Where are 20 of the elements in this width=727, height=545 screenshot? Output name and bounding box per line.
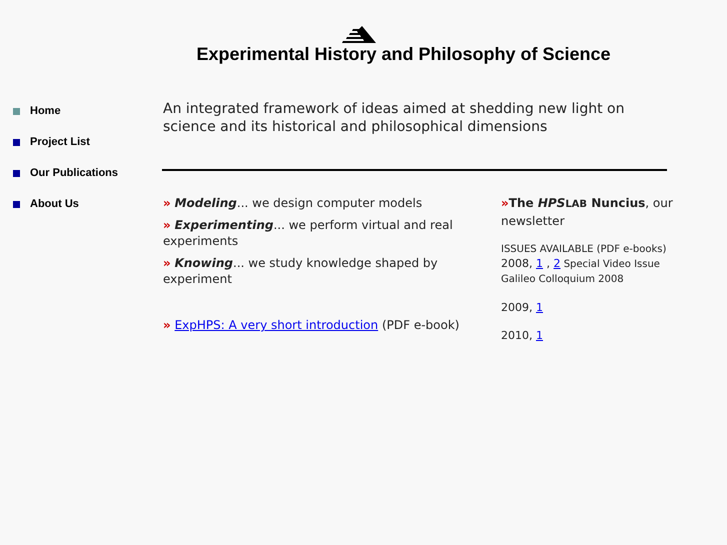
issue-link[interactable]: 1 (536, 301, 543, 314)
activity-text: » Modeling... we design computer models (163, 195, 424, 211)
issue-link[interactable]: 1 (536, 257, 543, 270)
ebook-text: » ExpHPS: A very short introduction (PDF e-book) (163, 317, 460, 333)
nav-link[interactable]: Our Publications (13, 164, 163, 182)
site-title: Experimental History and Philosophy of Science (196, 44, 611, 64)
nav-link[interactable]: Home (13, 102, 163, 120)
nav-link[interactable]: About Us (13, 195, 163, 213)
activity-text: » Experimenting... we perform virtual and real experiments (163, 217, 454, 249)
activity-text: » Knowing... we study knowledge shaped by experiment (163, 255, 439, 287)
issue-link[interactable]: 1 (536, 329, 543, 342)
nav-link[interactable]: Project List (13, 133, 163, 151)
issue-row-text: 2009, 1 (501, 301, 544, 315)
newsletter-text: »The HPSLAB Nuncius, our newsletter (501, 195, 674, 229)
issues-heading: ISSUES AVAILABLE (PDF e-books) (501, 243, 668, 257)
issue-row-text: 2010, 1 (501, 329, 544, 343)
intro-text: An integrated framework of ideas aimed at shedding new light on science and its historical and philosophical dimensions (163, 100, 626, 136)
ebook-link[interactable]: ExpHPS: A very short introduction (174, 318, 378, 332)
issue-row-text: 2008, 1 , 2 Special Video Issue Galileo Colloquium 2008 (501, 257, 661, 287)
issue-link[interactable]: 2 (554, 257, 560, 270)
